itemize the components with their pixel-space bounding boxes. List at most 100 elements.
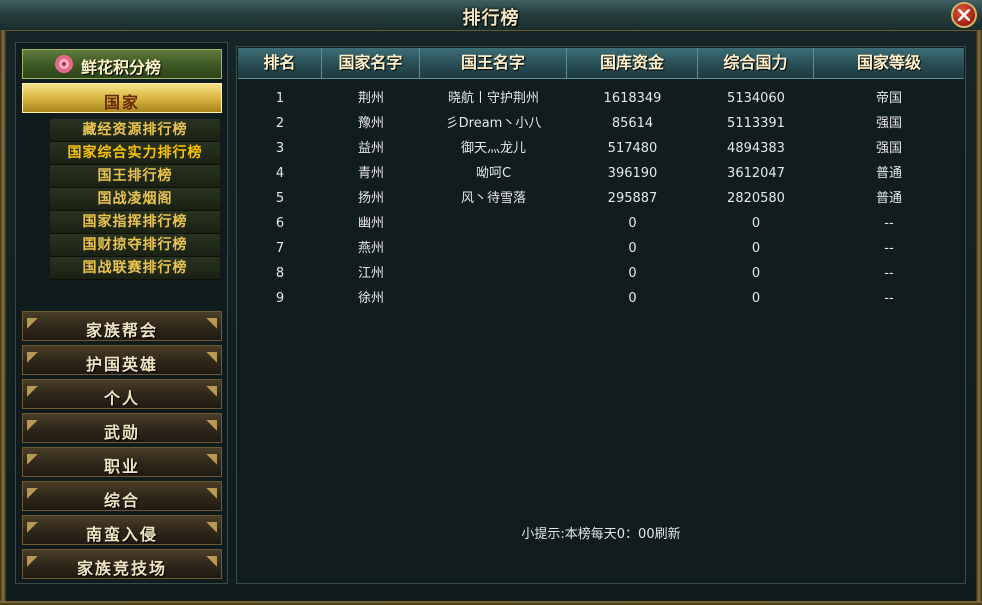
- category-family-guild-button[interactable]: ◤ 家族帮会 ◥: [22, 311, 222, 341]
- category-label: 家族帮会: [85, 321, 158, 340]
- cell-level: 普通: [875, 166, 902, 181]
- ornament-right-icon: ◥: [206, 349, 217, 365]
- subcategory-item-active[interactable]: 国家综合实力排行榜: [50, 142, 220, 165]
- cell-treasury: 0: [628, 241, 637, 256]
- table-row[interactable]: 6 幽州 0 0 --: [238, 211, 964, 236]
- category-label: 南蛮入侵: [85, 525, 158, 544]
- ornament-right-icon: ◥: [206, 451, 217, 467]
- cell-treasury: 517480: [607, 141, 658, 156]
- cell-country: 豫州: [357, 116, 384, 131]
- category-label: 职业: [103, 457, 140, 476]
- cell-level: --: [884, 266, 894, 281]
- cell-power: 5134060: [727, 91, 785, 106]
- subcategory-item[interactable]: 藏经资源排行榜: [50, 119, 220, 142]
- cell-country: 徐州: [357, 291, 384, 306]
- category-hero-button[interactable]: ◤ 护国英雄 ◥: [22, 345, 222, 375]
- cell-rank: 1: [275, 91, 285, 106]
- table-header: 排名 国家名字 国王名字 国库资金 综合国力 国家等级: [238, 48, 964, 79]
- category-overall-button[interactable]: ◤ 综合 ◥: [22, 481, 222, 511]
- frame-bottom: [0, 601, 982, 605]
- cell-treasury: 396190: [607, 166, 658, 181]
- header-level[interactable]: 国家等级: [814, 48, 964, 78]
- cell-country: 扬州: [357, 191, 384, 206]
- ornament-right-icon: ◥: [206, 315, 217, 331]
- cell-treasury: 0: [628, 216, 637, 231]
- cell-rank: 8: [275, 266, 285, 281]
- refresh-hint: 小提示:本榜每天0：00刷新: [521, 527, 681, 542]
- header-power[interactable]: 综合国力: [698, 48, 814, 78]
- cell-level: 普通: [875, 191, 902, 206]
- table-row[interactable]: 7 燕州 0 0 --: [238, 236, 964, 261]
- cell-power: 0: [751, 291, 761, 306]
- cell-power: 0: [751, 241, 761, 256]
- cell-level: --: [884, 291, 894, 306]
- category-country-button[interactable]: 国家: [22, 83, 222, 113]
- cell-power: 2820580: [727, 191, 785, 206]
- category-label: 家族竞技场: [76, 559, 167, 578]
- cell-level: 强国: [875, 116, 902, 131]
- table-row[interactable]: 9 徐州 0 0 --: [238, 286, 964, 311]
- cell-power: 4894383: [727, 141, 785, 156]
- cell-level: --: [884, 216, 894, 231]
- category-country-label: 国家: [103, 93, 140, 112]
- cell-rank: 3: [275, 141, 285, 156]
- category-sidebar: 鲜花积分榜 国家 藏经资源排行榜 国家综合实力排行榜 国王排行榜 国战凌烟阁 国…: [15, 42, 228, 584]
- header-king-name[interactable]: 国王名字: [420, 48, 567, 78]
- frame-left: [0, 30, 6, 605]
- cell-country: 青州: [357, 166, 384, 181]
- category-personal-button[interactable]: ◤ 个人 ◥: [22, 379, 222, 409]
- frame-right: [976, 30, 982, 605]
- leaderboard-window: 排行榜 鲜花积分榜 国家 藏经资源排行榜 国家综合实力排行榜 国王排行榜 国战凌…: [0, 0, 982, 605]
- table-row[interactable]: 8 江州 0 0 --: [238, 261, 964, 286]
- subcategory-item[interactable]: 国战凌烟阁: [50, 188, 220, 211]
- ornament-right-icon: ◥: [206, 383, 217, 399]
- subcategory-item[interactable]: 国财掠夺排行榜: [50, 234, 220, 257]
- flower-ranking-button[interactable]: 鲜花积分榜: [22, 49, 222, 79]
- cell-king: 风丶待雪落: [460, 191, 526, 206]
- cell-king: [420, 211, 567, 236]
- table-row[interactable]: 1 荆州 晓航丨守护荆州 1618349 5134060 帝国: [238, 86, 964, 111]
- table-row[interactable]: 5 扬州 风丶待雪落 295887 2820580 普通: [238, 186, 964, 211]
- title-bar[interactable]: 排行榜: [0, 0, 982, 31]
- subcategory-item[interactable]: 国王排行榜: [50, 165, 220, 188]
- category-label: 护国英雄: [85, 355, 158, 374]
- cell-king: 彡Dream丶小八: [445, 116, 542, 131]
- header-rank[interactable]: 排名: [238, 48, 322, 78]
- ornament-right-icon: ◥: [206, 485, 217, 501]
- close-button[interactable]: [951, 2, 977, 28]
- cell-treasury: 295887: [607, 191, 658, 206]
- cell-king: 晓航丨守护荆州: [447, 91, 539, 106]
- ornament-right-icon: ◥: [206, 417, 217, 433]
- cell-rank: 5: [275, 191, 285, 206]
- table-row[interactable]: 4 青州 呦呵C 396190 3612047 普通: [238, 161, 964, 186]
- cell-level: 强国: [875, 141, 902, 156]
- cell-power: 5113391: [727, 116, 785, 131]
- header-treasury[interactable]: 国库资金: [567, 48, 698, 78]
- close-icon: [958, 9, 970, 21]
- header-country-name[interactable]: 国家名字: [322, 48, 420, 78]
- cell-country: 燕州: [357, 241, 384, 256]
- table-row[interactable]: 2 豫州 彡Dream丶小八 85614 5113391 强国: [238, 111, 964, 136]
- category-class-button[interactable]: ◤ 职业 ◥: [22, 447, 222, 477]
- cell-king: [420, 261, 567, 286]
- cell-power: 3612047: [727, 166, 785, 181]
- cell-country: 江州: [357, 266, 384, 281]
- flower-icon: [55, 55, 73, 73]
- category-invasion-button[interactable]: ◤ 南蛮入侵 ◥: [22, 515, 222, 545]
- ornament-right-icon: ◥: [206, 553, 217, 569]
- cell-rank: 9: [275, 291, 285, 306]
- subcategory-item[interactable]: 国战联赛排行榜: [50, 257, 220, 280]
- country-subcategory-list: 藏经资源排行榜 国家综合实力排行榜 国王排行榜 国战凌烟阁 国家指挥排行榜 国财…: [50, 119, 220, 280]
- table-row[interactable]: 3 益州 御天灬龙儿 517480 4894383 强国: [238, 136, 964, 161]
- ornament-right-icon: ◥: [206, 519, 217, 535]
- subcategory-item[interactable]: 国家指挥排行榜: [50, 211, 220, 234]
- flower-ranking-label: 鲜花积分榜: [81, 58, 162, 77]
- cell-rank: 4: [275, 166, 285, 181]
- category-merit-button[interactable]: ◤ 武勋 ◥: [22, 413, 222, 443]
- cell-country: 荆州: [357, 91, 384, 106]
- category-label: 武勋: [103, 423, 140, 442]
- cell-treasury: 0: [628, 266, 637, 281]
- cell-country: 益州: [357, 141, 384, 156]
- ranking-panel: 排名 国家名字 国王名字 国库资金 综合国力 国家等级 1 荆州 晓航丨守护荆州 16…: [236, 46, 966, 584]
- category-family-arena-button[interactable]: ◤ 家族竞技场 ◥: [22, 549, 222, 579]
